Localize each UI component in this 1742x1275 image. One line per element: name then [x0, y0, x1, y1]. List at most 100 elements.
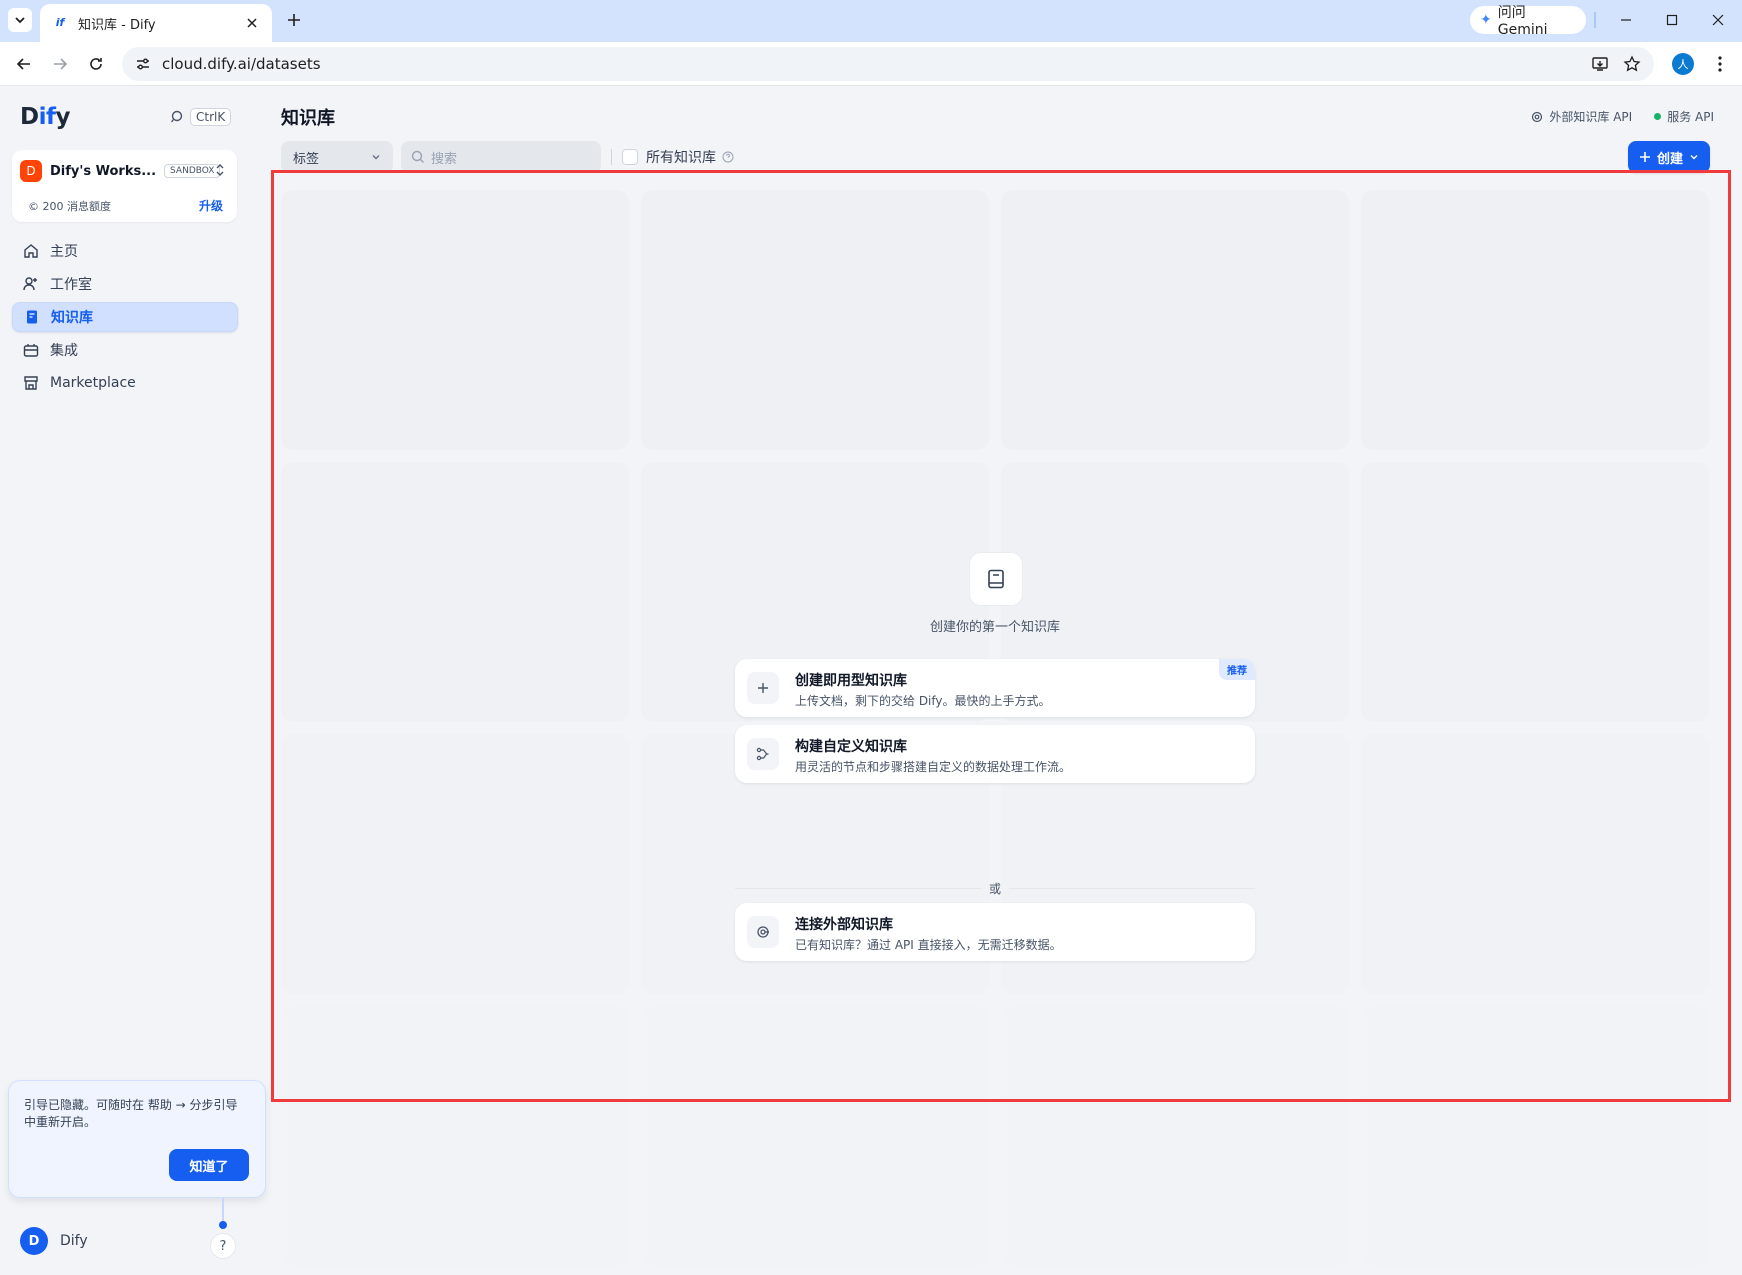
option-desc: 上传文档，剩下的交给 Dify。最快的上手方式。	[795, 694, 1051, 708]
or-label: 或	[989, 882, 1002, 896]
create-ready-knowledge-option[interactable]: 创建即用型知识库 上传文档，剩下的交给 Dify。最快的上手方式。 推荐	[735, 659, 1255, 717]
option-desc: 用灵活的节点和步骤搭建自定义的数据处理工作流。	[795, 760, 1072, 774]
maximize-icon[interactable]	[1658, 8, 1686, 32]
sidebar-item-label: 工作室	[50, 277, 92, 293]
recommended-badge: 推荐	[1219, 659, 1255, 680]
placeholder-card	[1361, 462, 1709, 722]
tab-list-button[interactable]	[8, 8, 32, 32]
service-api-link[interactable]: 服务 API	[1654, 108, 1714, 125]
sidebar-item-knowledge[interactable]: 知识库	[12, 302, 238, 332]
sidebar-item-label: 知识库	[51, 310, 93, 326]
tag-filter-select[interactable]: 标签	[281, 141, 393, 173]
sidebar-item-home[interactable]: 主页	[12, 236, 238, 266]
plan-badge: SANDBOX	[164, 164, 221, 178]
new-tab-icon[interactable]	[284, 10, 304, 30]
forward-icon[interactable]	[48, 52, 72, 76]
gemini-sparkle-icon: ✦	[1480, 12, 1492, 28]
option-title: 构建自定义知识库	[795, 739, 907, 755]
placeholder-card	[1361, 1006, 1709, 1266]
install-app-icon[interactable]	[1588, 52, 1612, 76]
user-name: Dify	[60, 1233, 88, 1249]
profile-avatar[interactable]: 人	[1672, 53, 1694, 75]
placeholder-card	[641, 1006, 989, 1266]
placeholder-card	[1361, 190, 1709, 450]
site-info-icon[interactable]	[134, 55, 152, 73]
workspace-name: Dify's Works...	[50, 163, 157, 179]
logo-mid: if	[38, 104, 56, 130]
search-icon	[411, 150, 425, 164]
build-custom-knowledge-option[interactable]: 构建自定义知识库 用灵活的节点和步骤搭建自定义的数据处理工作流。	[735, 725, 1255, 783]
reload-icon[interactable]	[84, 52, 108, 76]
main-content: 知识库 外部知识库 API 服务 API 标签 搜索 所有知识库 创建 创建你的…	[272, 86, 1742, 1275]
search-input[interactable]: 搜索	[401, 141, 601, 173]
option-title: 创建即用型知识库	[795, 673, 907, 689]
book-icon	[969, 552, 1023, 606]
page-title: 知识库	[281, 108, 335, 129]
url-text: cloud.dify.ai/datasets	[162, 55, 321, 73]
sidebar-item-marketplace[interactable]: Marketplace	[12, 368, 238, 398]
shortcut-badge: CtrlK	[190, 108, 232, 126]
tab-title: 知识库 - Dify	[78, 17, 156, 33]
tag-filter-label: 标签	[293, 151, 320, 167]
ask-gemini-button[interactable]: ✦ 问问 Gemini	[1470, 5, 1586, 38]
avatar: D	[20, 1227, 48, 1255]
browser-tab[interactable]: if 知识库 - Dify	[40, 4, 272, 42]
placeholder-card	[281, 462, 629, 722]
dify-favicon-icon: if	[55, 16, 65, 29]
dify-app: Dify CtrlK D Dify's Works... SANDBOX © 2…	[0, 86, 1742, 1275]
logo-suffix: y	[55, 104, 70, 130]
minimize-icon[interactable]	[1612, 8, 1640, 32]
bookmark-star-icon[interactable]	[1620, 52, 1644, 76]
api-links: 外部知识库 API 服务 API	[1531, 108, 1714, 125]
external-api-link[interactable]: 外部知识库 API	[1531, 108, 1632, 125]
sidebar-item-label: Marketplace	[50, 375, 136, 391]
external-api-icon	[747, 916, 779, 948]
quick-search-button[interactable]: CtrlK	[170, 108, 232, 126]
back-icon[interactable]	[12, 52, 36, 76]
chevron-down-icon	[372, 155, 380, 160]
knowledge-icon	[23, 308, 41, 326]
placeholder-card	[281, 1006, 629, 1266]
placeholder-card	[281, 734, 629, 994]
gemini-label: 问问 Gemini	[1497, 5, 1548, 38]
connect-external-knowledge-option[interactable]: 连接外部知识库 已有知识库？通过 API 直接接入，无需迁移数据。	[735, 903, 1255, 961]
chevron-up-down-icon[interactable]	[214, 162, 226, 182]
empty-state-text: 创建你的第一个知识库	[929, 620, 1060, 635]
sidebar-item-label: 集成	[50, 343, 78, 359]
search-icon	[170, 110, 183, 123]
external-api-label: 外部知识库 API	[1549, 110, 1633, 124]
filter-bar: 标签 搜索 所有知识库	[281, 141, 734, 173]
create-label: 创建	[1656, 151, 1683, 167]
user-account[interactable]: D Dify	[20, 1227, 88, 1255]
status-dot-icon	[1654, 113, 1662, 120]
logo-prefix: D	[20, 104, 39, 130]
sidebar-nav: 主页 工作室 知识库 集成 Marketplace	[12, 236, 238, 401]
upgrade-link[interactable]: 升级	[199, 197, 223, 214]
browser-toolbar: cloud.dify.ai/datasets 人	[0, 42, 1742, 86]
browser-menu-icon[interactable]	[1708, 52, 1732, 76]
external-api-icon	[1532, 111, 1543, 122]
help-indicator-dot	[219, 1221, 227, 1229]
sidebar-item-studio[interactable]: 工作室	[12, 269, 238, 299]
close-window-icon[interactable]	[1704, 8, 1732, 32]
divider	[611, 149, 612, 165]
placeholder-card	[281, 190, 629, 450]
dify-logo[interactable]: Dify	[20, 104, 70, 130]
studio-icon	[22, 275, 40, 293]
workspace-card[interactable]: D Dify's Works... SANDBOX © 200 消息额度 升级	[12, 150, 237, 222]
help-button[interactable]: ?	[210, 1233, 236, 1259]
search-placeholder: 搜索	[431, 151, 458, 167]
sidebar-item-integration[interactable]: 集成	[12, 335, 238, 365]
help-circle-icon[interactable]	[722, 151, 734, 163]
tabbar-divider	[1594, 12, 1596, 28]
got-it-button[interactable]: 知道了	[169, 1149, 249, 1181]
message-quota: © 200 消息额度	[28, 200, 111, 213]
placeholder-card	[1361, 734, 1709, 994]
all-datasets-checkbox[interactable]	[622, 149, 638, 165]
plus-icon	[1639, 152, 1650, 162]
option-title: 连接外部知识库	[795, 917, 893, 933]
address-bar[interactable]: cloud.dify.ai/datasets	[122, 47, 1654, 81]
create-button[interactable]: 创建	[1628, 141, 1710, 173]
close-tab-icon[interactable]	[244, 15, 260, 31]
sidebar-item-label: 主页	[50, 244, 78, 260]
